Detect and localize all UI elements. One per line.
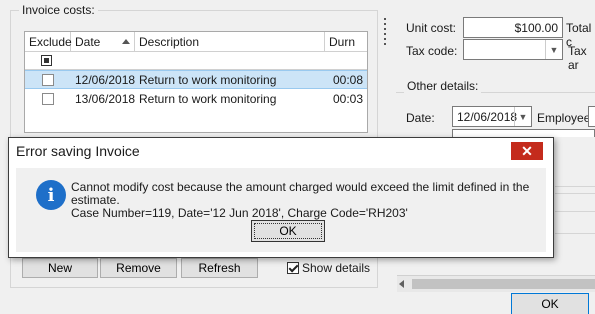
employee-label: Employee: <box>537 111 594 125</box>
column-header-date-label: Date <box>75 35 101 49</box>
sort-ascending-icon <box>122 39 130 44</box>
refresh-button[interactable]: Refresh <box>181 258 258 278</box>
divider <box>555 186 595 187</box>
table-row[interactable]: 12/06/2018 Return to work monitoring 00:… <box>25 70 367 89</box>
dialog-body: i Cannot modify cost because the amount … <box>16 168 546 252</box>
employee-field[interactable] <box>588 106 595 127</box>
row-durn: 00:08 <box>332 72 363 87</box>
tax-code-label: Tax code: <box>406 44 458 58</box>
show-details-checkbox[interactable] <box>287 262 299 274</box>
splitter-grip[interactable] <box>384 18 388 45</box>
dialog-message: Cannot modify cost because the amount ch… <box>71 181 541 220</box>
horizontal-scrollbar[interactable] <box>397 275 595 292</box>
divider <box>555 233 595 234</box>
unit-cost-field[interactable]: $100.00 <box>463 17 563 38</box>
close-icon[interactable]: ✕ <box>511 142 543 160</box>
exclude-checkbox[interactable] <box>42 92 54 105</box>
date-value: 12/06/2018 <box>457 110 518 124</box>
column-header-description[interactable]: Description <box>135 32 325 51</box>
ok-button[interactable]: OK <box>511 293 589 314</box>
indeterminate-icon <box>44 58 49 63</box>
date-label: Date: <box>406 111 435 125</box>
scroll-thumb[interactable] <box>412 279 595 289</box>
row-description: Return to work monitoring <box>139 91 277 106</box>
exclude-filter-checkbox[interactable] <box>41 55 52 66</box>
chevron-down-icon[interactable]: ▼ <box>514 107 531 126</box>
grid-header: Exclude Date Description Durn <box>25 32 367 52</box>
column-header-durn[interactable]: Durn <box>325 32 367 51</box>
exclude-checkbox[interactable] <box>42 73 54 86</box>
new-button[interactable]: New <box>22 258 98 278</box>
invoice-costs-grid[interactable]: Exclude Date Description Durn 12/06/2018… <box>24 31 368 133</box>
date-picker[interactable]: 12/06/2018 ▼ <box>452 106 532 127</box>
dialog-message-line-2: Case Number=119, Date='12 Jun 2018', Cha… <box>71 206 408 220</box>
filter-row <box>25 52 367 70</box>
divider <box>555 211 595 212</box>
dialog-ok-button[interactable]: OK <box>251 220 325 242</box>
column-header-date[interactable]: Date <box>71 32 135 51</box>
unit-cost-label: Unit cost: <box>406 21 457 35</box>
invoice-costs-title: Invoice costs: <box>19 3 98 17</box>
error-dialog: Error saving Invoice ✕ i Cannot modify c… <box>8 137 554 258</box>
other-details-title: Other details: <box>404 79 482 93</box>
row-description: Return to work monitoring <box>139 72 277 87</box>
dialog-titlebar[interactable]: Error saving Invoice ✕ <box>9 138 553 164</box>
tax-amount-label: Tax ar <box>568 44 587 72</box>
show-details-label: Show details <box>302 261 371 275</box>
divider <box>555 193 595 194</box>
scroll-left-icon[interactable] <box>399 280 404 288</box>
show-details-toggle[interactable]: Show details <box>287 261 370 275</box>
chevron-down-icon[interactable]: ▼ <box>545 40 562 59</box>
info-icon: i <box>36 180 66 210</box>
tax-code-select[interactable]: ▼ <box>463 39 563 60</box>
dialog-title: Error saving Invoice <box>16 143 140 159</box>
table-row[interactable]: 13/06/2018 Return to work monitoring 00:… <box>25 89 367 108</box>
dialog-message-line-1: Cannot modify cost because the amount ch… <box>71 180 530 207</box>
row-date: 12/06/2018 <box>75 72 136 87</box>
remove-button[interactable]: Remove <box>100 258 177 278</box>
notes-field[interactable] <box>452 129 595 137</box>
row-date: 13/06/2018 <box>75 91 136 106</box>
row-durn: 00:03 <box>332 91 363 106</box>
column-header-exclude[interactable]: Exclude <box>25 32 72 51</box>
